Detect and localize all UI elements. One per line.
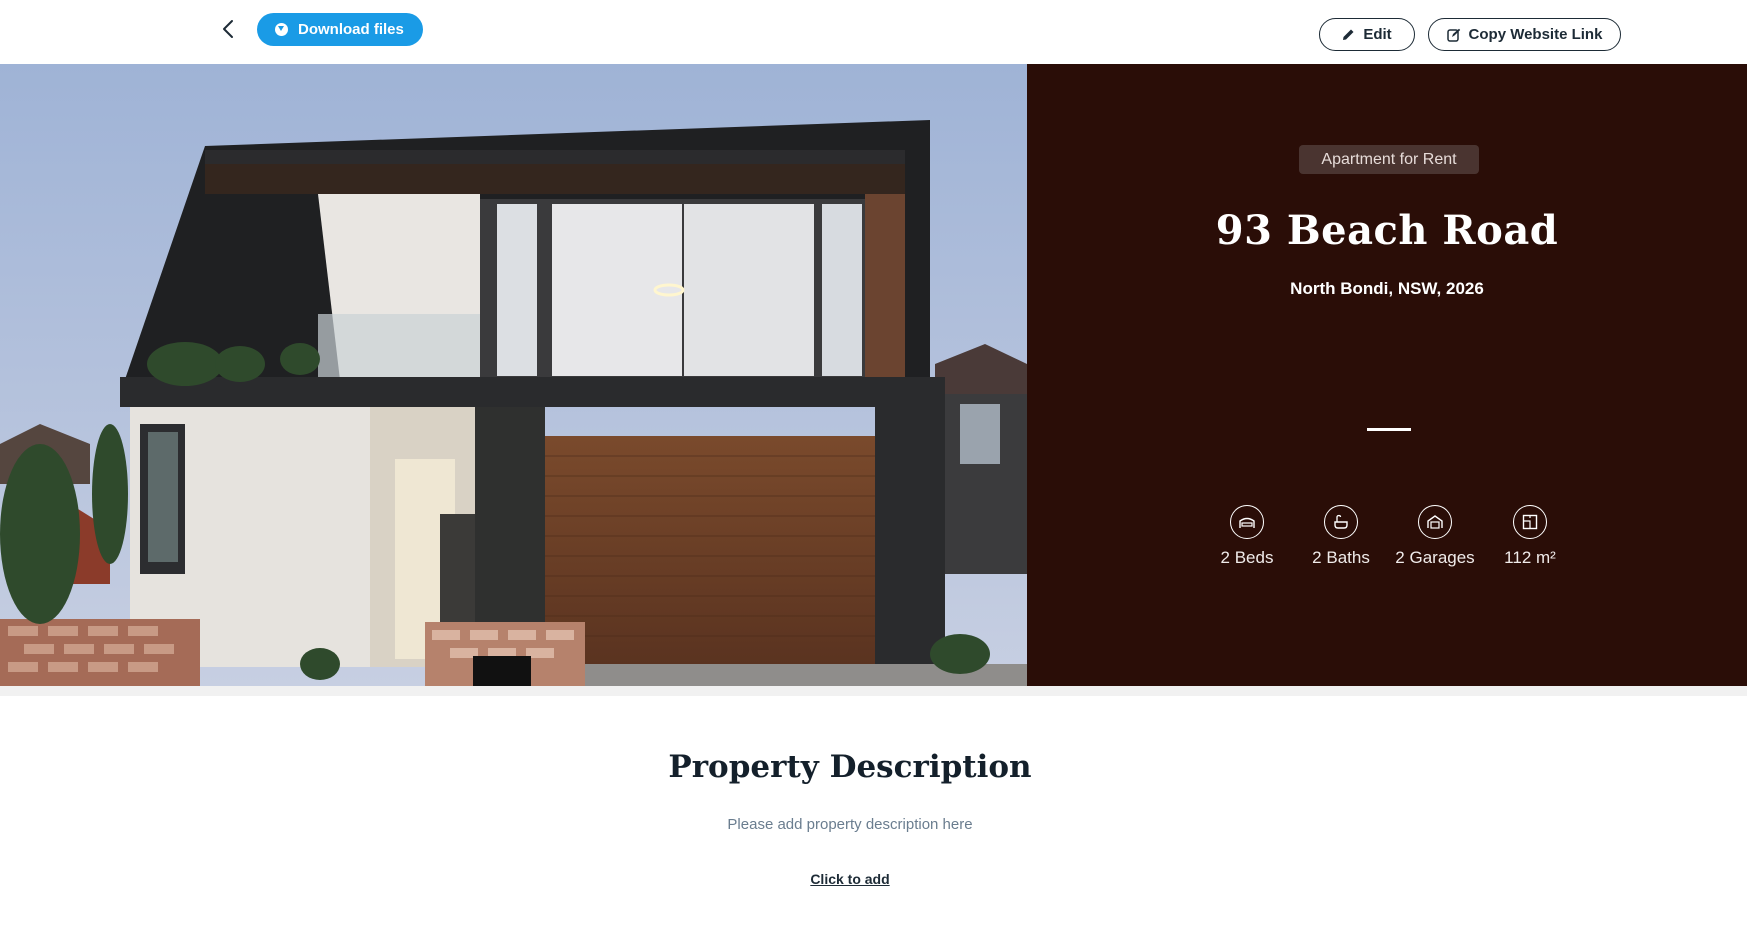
garage-icon (1418, 505, 1452, 539)
section-divider (0, 686, 1747, 696)
edit-button[interactable]: Edit (1319, 18, 1415, 51)
copy-website-link-button[interactable]: Copy Website Link (1428, 18, 1621, 51)
feature-area: 112 m² (1470, 505, 1590, 568)
edit-label: Edit (1363, 26, 1392, 43)
copy-link-label: Copy Website Link (1468, 26, 1603, 43)
feature-label: 2 Garages (1395, 548, 1475, 567)
description-placeholder: Please add property description here (727, 816, 973, 833)
feature-label: 112 m² (1504, 548, 1556, 567)
download-files-button[interactable]: Download files (257, 13, 423, 46)
property-photo (0, 64, 1027, 686)
click-to-add-link[interactable]: Click to add (800, 871, 900, 887)
description-title: Property Description (668, 749, 1032, 785)
bed-icon (1230, 505, 1264, 539)
floorplan-icon (1513, 505, 1547, 539)
chevron-left-icon (223, 20, 233, 38)
pencil-icon (1343, 29, 1354, 40)
feature-label: 2 Baths (1312, 548, 1370, 567)
property-address: 93 Beach Road (1215, 207, 1559, 254)
listing-type-badge: Apartment for Rent (1299, 145, 1479, 174)
download-icon (275, 23, 288, 36)
back-button[interactable] (216, 16, 240, 42)
edit-link-icon (1446, 28, 1460, 42)
bath-icon (1324, 505, 1358, 539)
download-label: Download files (298, 21, 404, 38)
property-suburb: North Bondi, NSW, 2026 (1290, 279, 1484, 298)
panel-divider (1367, 428, 1411, 431)
feature-label: 2 Beds (1220, 548, 1274, 567)
top-bar: Download files Edit Copy Website Link (0, 0, 1747, 64)
